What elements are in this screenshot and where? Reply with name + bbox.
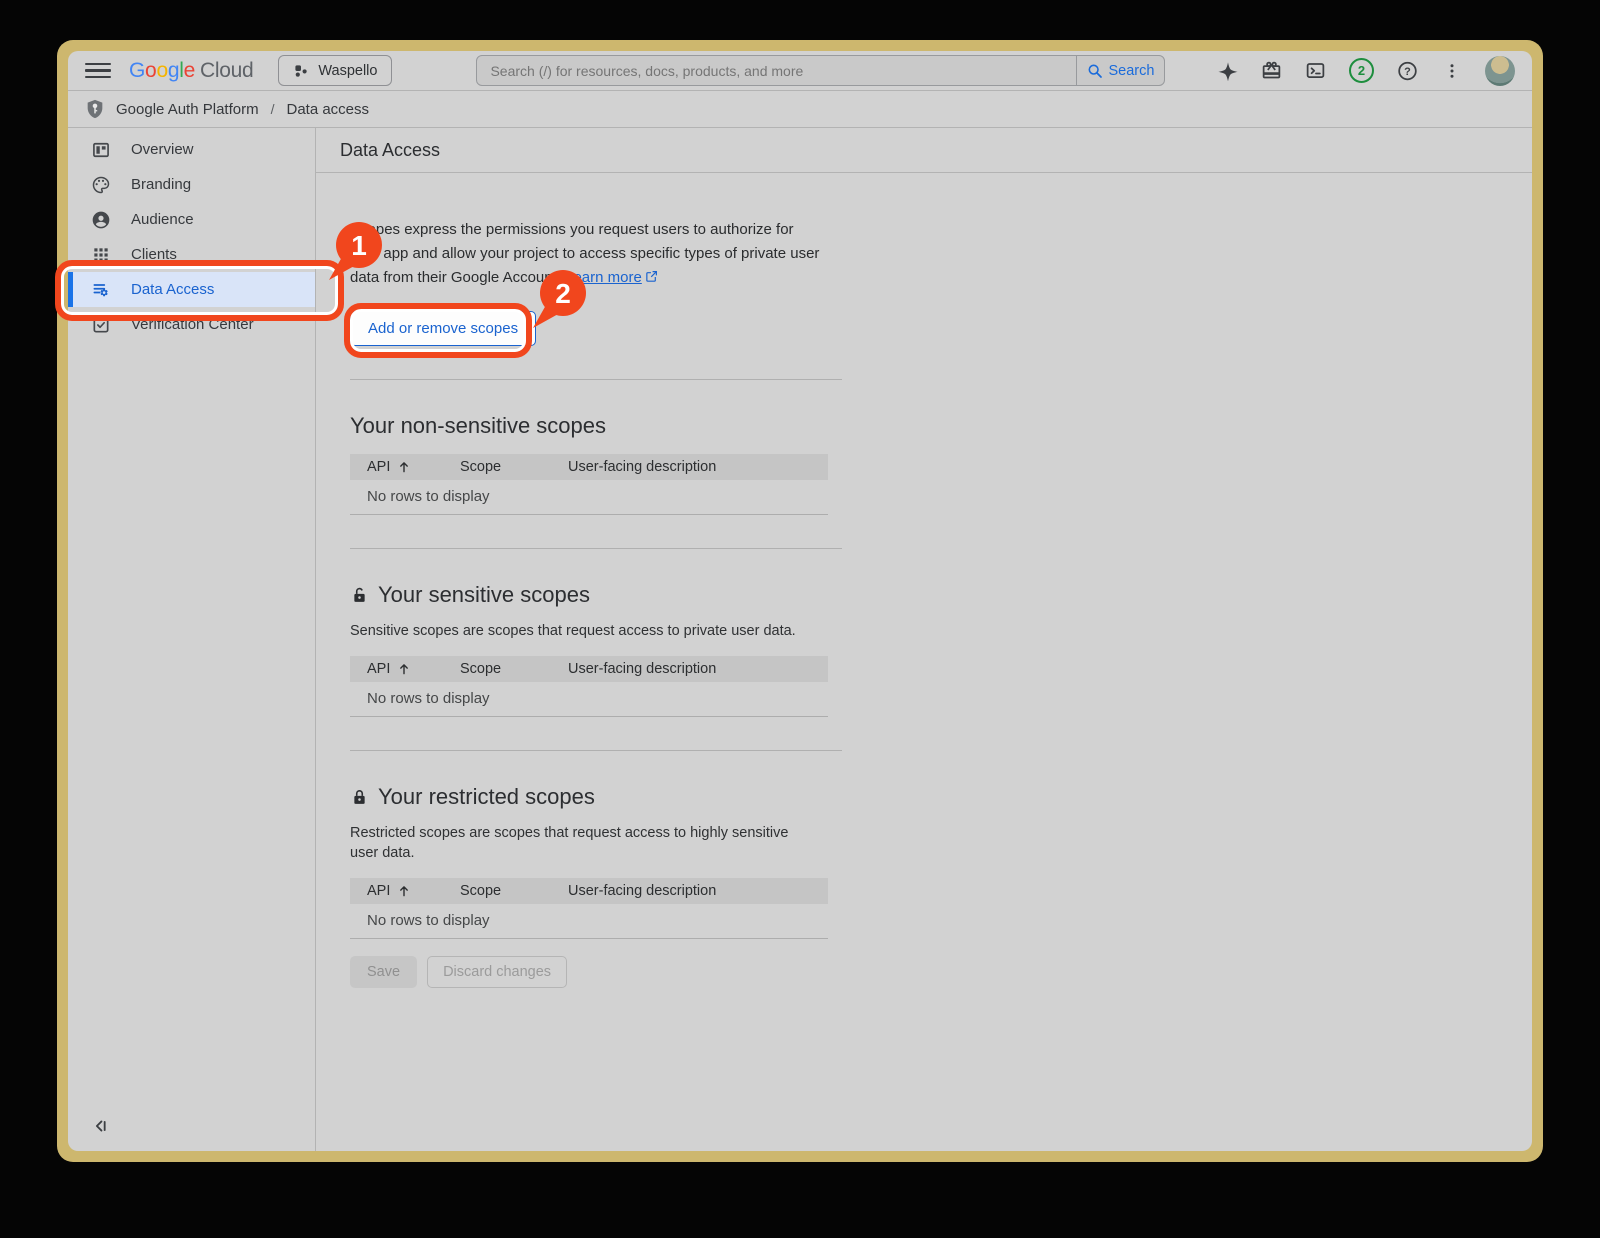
browser-window: Google Cloud Waspello Search: [68, 51, 1532, 1151]
collapse-left-icon: [90, 1115, 112, 1137]
scopes-intro-text: Scopes express the permissions you reque…: [350, 218, 822, 290]
main-panel: Data Access Scopes express the permissio…: [316, 128, 1532, 1151]
audience-person-icon: [91, 210, 111, 230]
help-icon[interactable]: ?: [1397, 60, 1418, 81]
sort-ascending-icon: [397, 884, 411, 898]
sidebar-item-overview[interactable]: Overview: [68, 132, 315, 167]
project-name: Waspello: [318, 63, 377, 79]
sensitive-scopes-heading: Your sensitive scopes: [350, 582, 842, 608]
gift-icon[interactable]: [1261, 60, 1282, 81]
breadcrumb: Google Auth Platform / Data access: [68, 90, 1532, 128]
external-link-icon: [645, 270, 658, 283]
sidebar-item-clients[interactable]: Clients: [68, 237, 315, 272]
branding-palette-icon: [91, 175, 111, 195]
top-bar: Google Cloud Waspello Search: [68, 51, 1532, 90]
activity-badge[interactable]: 2: [1349, 58, 1374, 83]
sidebar-item-branding[interactable]: Branding: [68, 167, 315, 202]
restricted-scopes-heading: Your restricted scopes: [350, 784, 842, 810]
search-input[interactable]: [477, 56, 1076, 85]
section-divider: [350, 548, 842, 549]
auth-platform-shield-icon: [84, 98, 106, 120]
global-search: Search: [476, 55, 1165, 86]
empty-rows-message: No rows to display: [350, 480, 828, 515]
non-sensitive-scopes-table: API Scope User-facing description No row…: [350, 454, 828, 515]
window-frame: Google Cloud Waspello Search: [57, 40, 1543, 1162]
lock-icon: [350, 788, 369, 807]
sort-ascending-icon: [397, 662, 411, 676]
project-selector-button[interactable]: Waspello: [278, 55, 392, 86]
clients-grid-icon: [91, 245, 111, 265]
form-actions: Save Discard changes: [350, 956, 842, 988]
navigation-menu-icon[interactable]: [85, 58, 111, 84]
svg-text:?: ?: [1404, 65, 1411, 77]
empty-rows-message: No rows to display: [350, 904, 828, 939]
data-access-content: Scopes express the permissions you reque…: [316, 173, 842, 988]
project-icon: [293, 63, 309, 79]
breadcrumb-page: Data access: [286, 101, 369, 118]
lock-open-icon: [350, 586, 369, 605]
sidebar-item-data-access[interactable]: Data Access: [68, 272, 315, 307]
section-divider: [350, 379, 842, 380]
restricted-scopes-table: API Scope User-facing description No row…: [350, 878, 828, 939]
collapse-sidebar-button[interactable]: [90, 1115, 112, 1137]
restricted-scopes-description: Restricted scopes are scopes that reques…: [350, 823, 810, 863]
non-sensitive-scopes-heading: Your non-sensitive scopes: [350, 413, 842, 439]
sidebar-item-audience[interactable]: Audience: [68, 202, 315, 237]
verification-check-icon: [91, 315, 111, 335]
learn-more-link[interactable]: Learn more: [565, 269, 658, 286]
top-bar-actions: 2 ?: [1217, 56, 1515, 86]
gemini-spark-icon[interactable]: [1217, 60, 1238, 81]
search-icon: [1087, 63, 1103, 79]
more-options-icon[interactable]: [1441, 60, 1462, 81]
sidebar: Overview Branding Audi: [68, 128, 316, 1151]
discard-changes-button[interactable]: Discard changes: [427, 956, 567, 988]
save-button[interactable]: Save: [350, 956, 417, 988]
google-cloud-logo[interactable]: Google Cloud: [129, 59, 253, 83]
user-avatar[interactable]: [1485, 56, 1515, 86]
sort-ascending-icon: [397, 460, 411, 474]
section-divider: [350, 750, 842, 751]
data-access-icon: [91, 280, 111, 300]
search-button[interactable]: Search: [1076, 56, 1164, 85]
sensitive-scopes-table: API Scope User-facing description No row…: [350, 656, 828, 717]
empty-rows-message: No rows to display: [350, 682, 828, 717]
page-title: Data Access: [316, 128, 1532, 173]
overview-icon: [91, 140, 111, 160]
breadcrumb-platform[interactable]: Google Auth Platform: [116, 101, 259, 118]
breadcrumb-separator: /: [271, 101, 275, 117]
sidebar-item-verification-center[interactable]: Verification Center: [68, 307, 315, 342]
cloud-shell-icon[interactable]: [1305, 60, 1326, 81]
sensitive-scopes-description: Sensitive scopes are scopes that request…: [350, 621, 810, 641]
add-or-remove-scopes-button[interactable]: Add or remove scopes: [350, 311, 536, 346]
